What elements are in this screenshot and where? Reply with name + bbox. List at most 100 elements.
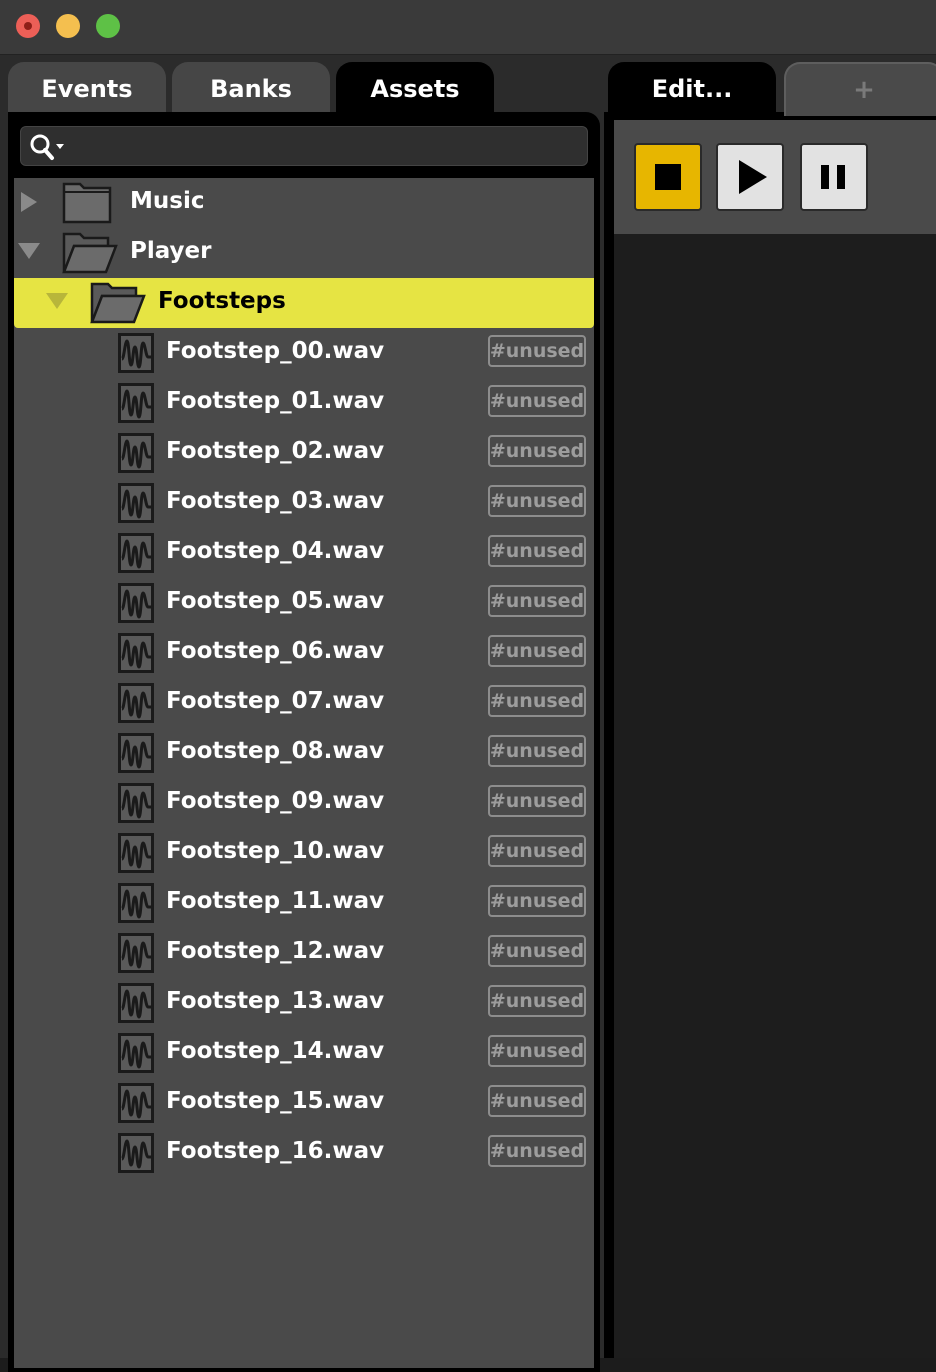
status-badge: #unused (488, 1135, 586, 1167)
file-name: Footstep_14.wav (166, 1038, 385, 1064)
waveform-icon (118, 883, 154, 927)
tree-item-label: Music (130, 188, 205, 214)
play-icon (739, 160, 767, 194)
file-name: Footstep_00.wav (166, 338, 385, 364)
waveform-icon (118, 1133, 154, 1177)
tab-events[interactable]: Events (8, 62, 166, 116)
file-name: Footstep_08.wav (166, 738, 385, 764)
list-item[interactable]: Footstep_04.wav #unused (14, 528, 594, 578)
list-item[interactable]: Footstep_11.wav #unused (14, 878, 594, 928)
status-badge: #unused (488, 735, 586, 767)
tree-item-label: Player (130, 238, 212, 264)
file-name: Footstep_04.wav (166, 538, 385, 564)
waveform-icon (118, 683, 154, 727)
list-item[interactable]: Footstep_14.wav #unused (14, 1028, 594, 1078)
waveform-icon (118, 383, 154, 427)
file-name: Footstep_10.wav (166, 838, 385, 864)
waveform-icon (118, 583, 154, 627)
status-badge: #unused (488, 1035, 586, 1067)
waveform-icon (118, 733, 154, 777)
file-name: Footstep_07.wav (166, 688, 385, 714)
status-badge: #unused (488, 535, 586, 567)
stop-icon (655, 164, 681, 190)
waveform-icon (118, 783, 154, 827)
pause-icon (821, 165, 845, 189)
list-item[interactable]: Footstep_06.wav #unused (14, 628, 594, 678)
waveform-icon (118, 983, 154, 1027)
file-name: Footstep_03.wav (166, 488, 385, 514)
list-item[interactable]: Footstep_16.wav #unused (14, 1128, 594, 1178)
file-name: Footstep_11.wav (166, 888, 385, 914)
status-badge: #unused (488, 385, 586, 417)
close-window-button[interactable] (16, 14, 40, 38)
file-name: Footstep_01.wav (166, 388, 385, 414)
zoom-window-button[interactable] (96, 14, 120, 38)
file-name: Footstep_09.wav (166, 788, 385, 814)
file-name: Footstep_05.wav (166, 588, 385, 614)
status-badge: #unused (488, 335, 586, 367)
status-badge: #unused (488, 635, 586, 667)
waveform-icon (118, 833, 154, 877)
status-badge: #unused (488, 435, 586, 467)
list-item[interactable]: Footstep_12.wav #unused (14, 928, 594, 978)
close-icon (24, 22, 32, 30)
tree-item-player[interactable]: Player (14, 228, 594, 278)
list-item[interactable]: Footstep_03.wav #unused (14, 478, 594, 528)
play-button[interactable] (716, 143, 784, 211)
waveform-icon (118, 1083, 154, 1127)
status-badge: #unused (488, 935, 586, 967)
tab-assets[interactable]: Assets (336, 62, 494, 116)
asset-tree: Music Player Footsteps Footstep_00.wav #u… (14, 178, 594, 1368)
waveform-icon (118, 633, 154, 677)
status-badge: #unused (488, 835, 586, 867)
list-item[interactable]: Footstep_00.wav #unused (14, 328, 594, 378)
list-item[interactable]: Footstep_02.wav #unused (14, 428, 594, 478)
tab-banks[interactable]: Banks (172, 62, 330, 116)
search-input[interactable] (20, 126, 588, 166)
file-name: Footstep_16.wav (166, 1138, 385, 1164)
status-badge: #unused (488, 985, 586, 1017)
waveform-icon (118, 483, 154, 527)
list-item[interactable]: Footstep_09.wav #unused (14, 778, 594, 828)
file-name: Footstep_15.wav (166, 1088, 385, 1114)
status-badge: #unused (488, 485, 586, 517)
folder-icon (62, 182, 112, 224)
chevron-down-icon[interactable] (18, 242, 40, 260)
tree-item-label: Footsteps (158, 288, 286, 314)
waveform-icon (118, 433, 154, 477)
folder-open-icon (62, 232, 118, 274)
stop-button[interactable] (634, 143, 702, 211)
pause-button[interactable] (800, 143, 868, 211)
list-item[interactable]: Footstep_10.wav #unused (14, 828, 594, 878)
status-badge: #unused (488, 885, 586, 917)
waveform-icon (118, 333, 154, 377)
list-item[interactable]: Footstep_05.wav #unused (14, 578, 594, 628)
folder-open-icon (90, 282, 146, 324)
tab-edit[interactable]: Edit... (608, 62, 776, 116)
add-tab-button[interactable]: + (784, 62, 936, 116)
minimize-window-button[interactable] (56, 14, 80, 38)
status-badge: #unused (488, 785, 586, 817)
list-item[interactable]: Footstep_01.wav #unused (14, 378, 594, 428)
file-name: Footstep_06.wav (166, 638, 385, 664)
search-icon (30, 134, 64, 160)
file-name: Footstep_12.wav (166, 938, 385, 964)
status-badge: #unused (488, 585, 586, 617)
waveform-icon (118, 933, 154, 977)
window-titlebar (0, 0, 936, 55)
file-name: Footstep_13.wav (166, 988, 385, 1014)
status-badge: #unused (488, 685, 586, 717)
tree-item-music[interactable]: Music (14, 178, 594, 228)
chevron-right-icon[interactable] (20, 192, 38, 212)
status-badge: #unused (488, 1085, 586, 1117)
list-item[interactable]: Footstep_08.wav #unused (14, 728, 594, 778)
list-item[interactable]: Footstep_13.wav #unused (14, 978, 594, 1028)
list-item[interactable]: Footstep_15.wav #unused (14, 1078, 594, 1128)
chevron-down-icon[interactable] (46, 292, 68, 310)
waveform-icon (118, 1033, 154, 1077)
waveform-icon (118, 533, 154, 577)
list-item[interactable]: Footstep_07.wav #unused (14, 678, 594, 728)
file-name: Footstep_02.wav (166, 438, 385, 464)
tree-item-footsteps[interactable]: Footsteps (14, 278, 594, 328)
editor-content (614, 234, 936, 1358)
